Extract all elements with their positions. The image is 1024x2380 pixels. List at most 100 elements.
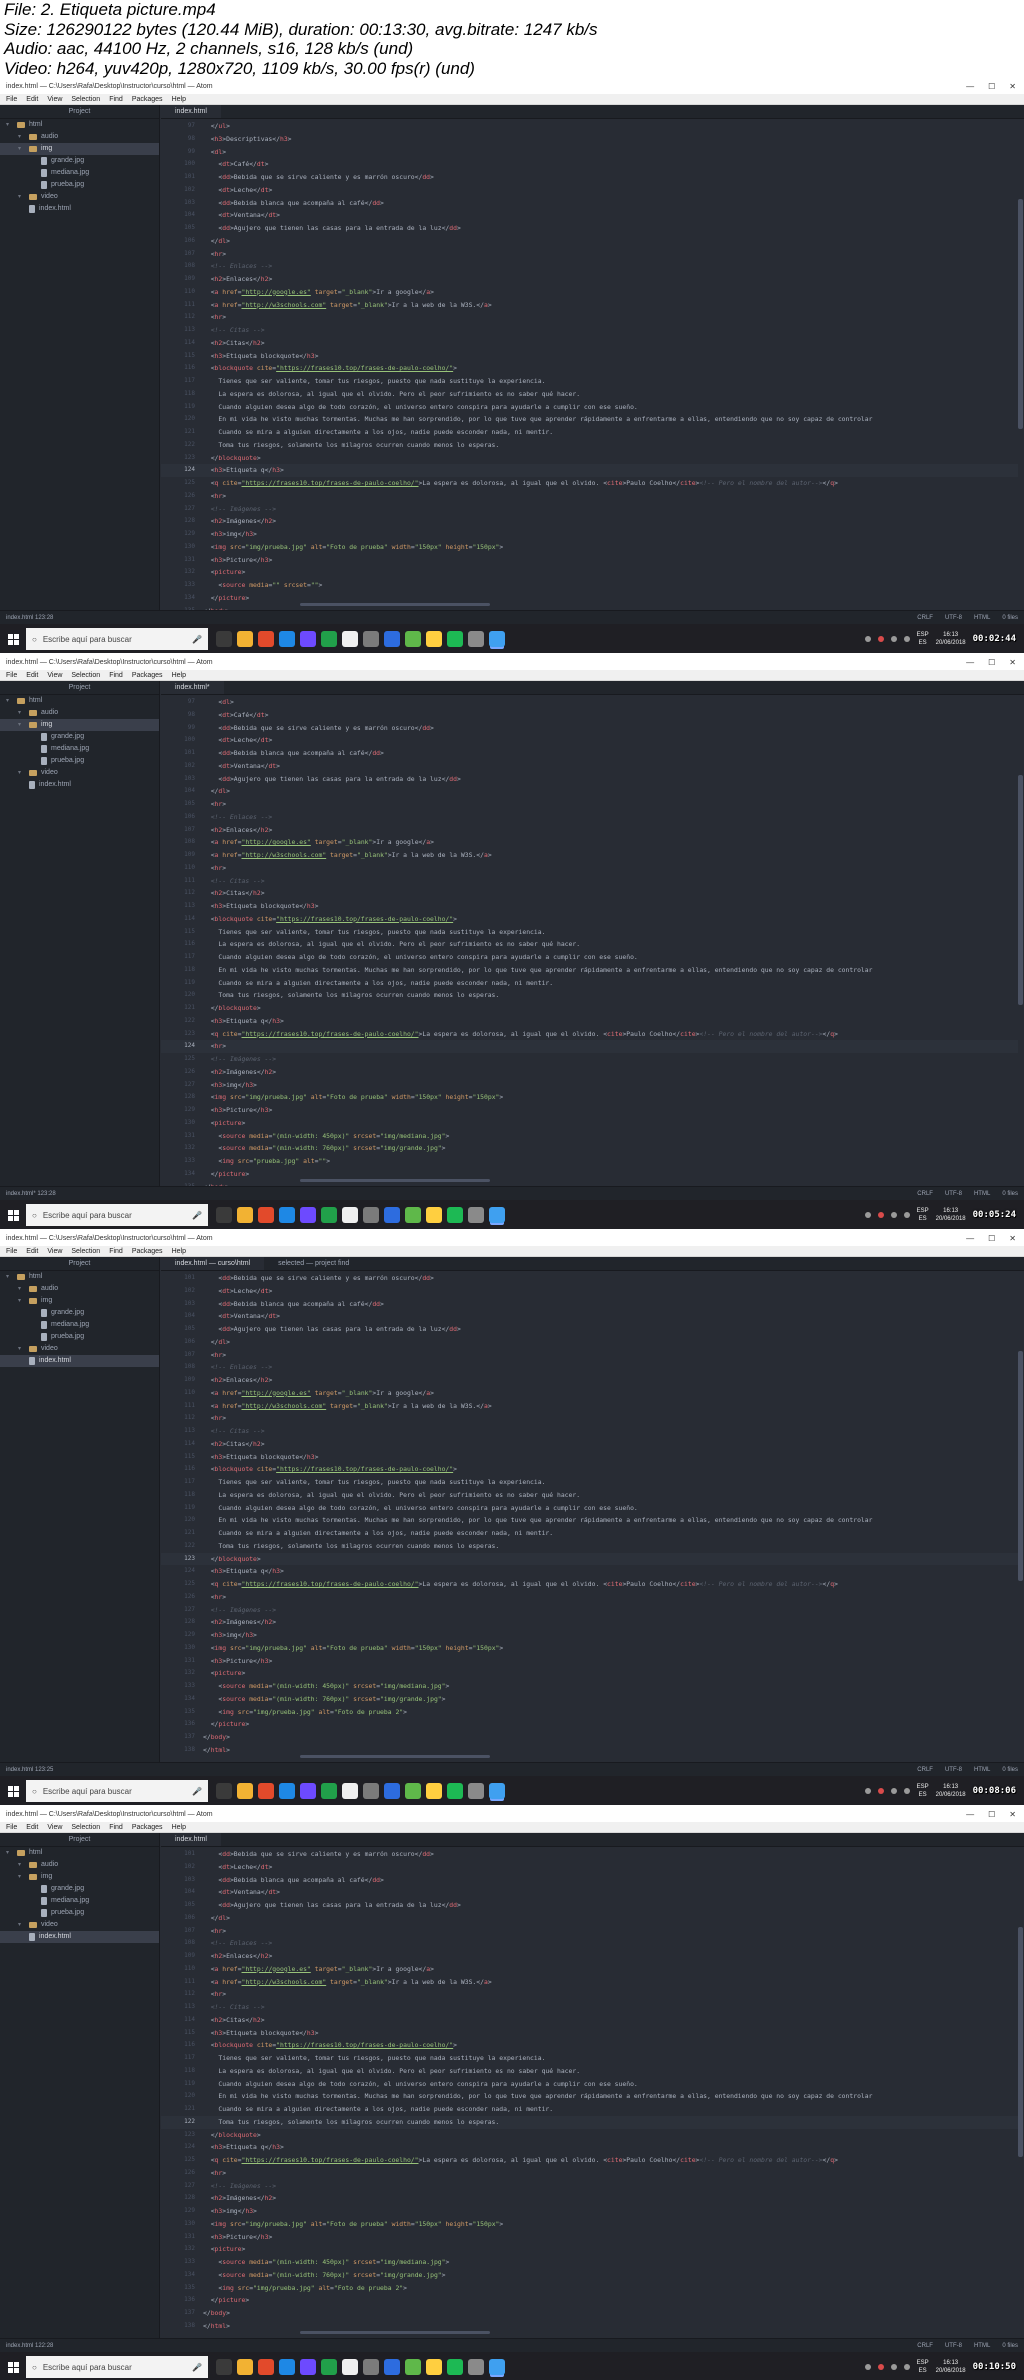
- file-count[interactable]: 0 files: [1002, 2343, 1018, 2349]
- tree-item-grande-jpg[interactable]: grande.jpg: [0, 155, 159, 167]
- taskbar-search-box[interactable]: ○ Escribe aquí para buscar 🎤: [26, 1780, 208, 1802]
- close-button[interactable]: ✕: [1009, 658, 1016, 667]
- menu-item-view[interactable]: View: [47, 672, 62, 679]
- taskbar-app-icon[interactable]: [384, 1783, 400, 1799]
- tree-item-img[interactable]: ▾ img: [0, 143, 159, 155]
- taskbar-app-icon[interactable]: [384, 2359, 400, 2375]
- taskbar-app-icon[interactable]: [258, 2359, 274, 2375]
- vertical-scrollbar[interactable]: [1018, 1927, 1023, 2157]
- start-button[interactable]: [0, 1200, 26, 1229]
- code-editor[interactable]: <dd>Bebida que se sirve caliente y es ma…: [203, 1848, 1018, 2338]
- taskbar-app-icon[interactable]: [426, 1207, 442, 1223]
- tree-item-img[interactable]: ▾ img: [0, 719, 159, 731]
- taskbar-clock[interactable]: 16:13 20/06/2018: [936, 1783, 966, 1799]
- taskbar-app-icon[interactable]: [384, 1207, 400, 1223]
- language-indicator[interactable]: ESP ES: [917, 1207, 929, 1223]
- tree-item-audio[interactable]: ▾ audio: [0, 1859, 159, 1871]
- taskbar-search-box[interactable]: ○ Escribe aquí para buscar 🎤: [26, 2356, 208, 2378]
- language-indicator[interactable]: ESP ES: [917, 2359, 929, 2375]
- tree-item-html[interactable]: ▾ html: [0, 119, 159, 131]
- tray-icon[interactable]: [877, 636, 884, 642]
- taskbar-clock[interactable]: 16:13 20/06/2018: [936, 2359, 966, 2375]
- menu-item-file[interactable]: File: [6, 1248, 17, 1255]
- menu-item-help[interactable]: Help: [172, 672, 186, 679]
- menu-item-packages[interactable]: Packages: [132, 672, 163, 679]
- editor-tab[interactable]: index.html: [161, 1833, 221, 1846]
- taskbar-app-icon[interactable]: [468, 1207, 484, 1223]
- editor-tab[interactable]: selected — project find: [264, 1257, 363, 1270]
- project-tab[interactable]: Project: [0, 1833, 159, 1847]
- encoding[interactable]: UTF-8: [945, 2343, 962, 2349]
- code-editor[interactable]: </ul> <h3>Descriptivas</h3> <dl> <dt>Caf…: [203, 120, 1018, 610]
- microphone-icon[interactable]: 🎤: [192, 635, 202, 644]
- taskbar-app-icon[interactable]: [447, 2359, 463, 2375]
- taskbar-app-icon[interactable]: [426, 2359, 442, 2375]
- taskbar-app-icon[interactable]: [405, 1783, 421, 1799]
- taskbar-app-icon[interactable]: [405, 2359, 421, 2375]
- close-button[interactable]: ✕: [1009, 1234, 1016, 1243]
- file-count[interactable]: 0 files: [1002, 1191, 1018, 1197]
- tray-icon[interactable]: [877, 2364, 884, 2370]
- taskbar-app-icon[interactable]: [342, 631, 358, 647]
- language-indicator[interactable]: ESP ES: [917, 1783, 929, 1799]
- tree-item-prueba-jpg[interactable]: prueba.jpg: [0, 1331, 159, 1343]
- taskbar-app-icon[interactable]: [237, 2359, 253, 2375]
- taskbar-app-icon[interactable]: [216, 2359, 232, 2375]
- taskbar-app-icon[interactable]: [468, 1783, 484, 1799]
- horizontal-scrollbar[interactable]: [300, 1179, 490, 1182]
- taskbar-app-icon[interactable]: [405, 1207, 421, 1223]
- tray-icon[interactable]: [903, 1788, 910, 1794]
- taskbar-app-icon[interactable]: [363, 631, 379, 647]
- taskbar-app-icon[interactable]: [405, 631, 421, 647]
- taskbar-app-icon[interactable]: [447, 1207, 463, 1223]
- code-editor[interactable]: <dl> <dt>Café</dt> <dd>Bebida que se sir…: [203, 696, 1018, 1186]
- taskbar-app-icon[interactable]: [300, 2359, 316, 2375]
- menu-item-selection[interactable]: Selection: [71, 672, 100, 679]
- menu-item-selection[interactable]: Selection: [71, 1248, 100, 1255]
- tree-item-audio[interactable]: ▾ audio: [0, 1283, 159, 1295]
- start-button[interactable]: [0, 624, 26, 653]
- tree-item-audio[interactable]: ▾ audio: [0, 131, 159, 143]
- menu-item-help[interactable]: Help: [172, 96, 186, 103]
- tree-item-mediana-jpg[interactable]: mediana.jpg: [0, 743, 159, 755]
- tray-icon[interactable]: [864, 2364, 871, 2370]
- tray-icon[interactable]: [864, 1788, 871, 1794]
- horizontal-scrollbar[interactable]: [300, 2331, 490, 2334]
- taskbar-app-icon[interactable]: [321, 1783, 337, 1799]
- tree-item-grande-jpg[interactable]: grande.jpg: [0, 1883, 159, 1895]
- tray-icon[interactable]: [890, 1788, 897, 1794]
- menu-item-edit[interactable]: Edit: [26, 96, 38, 103]
- vertical-scrollbar[interactable]: [1018, 199, 1023, 429]
- project-tab[interactable]: Project: [0, 105, 159, 119]
- grammar[interactable]: HTML: [974, 1767, 990, 1773]
- taskbar-app-icon[interactable]: [321, 1207, 337, 1223]
- tree-item-grande-jpg[interactable]: grande.jpg: [0, 1307, 159, 1319]
- menu-item-view[interactable]: View: [47, 1248, 62, 1255]
- taskbar-app-icon[interactable]: [237, 631, 253, 647]
- taskbar-app-icon[interactable]: [216, 1207, 232, 1223]
- taskbar-app-icon[interactable]: [279, 2359, 295, 2375]
- taskbar-app-icon[interactable]: [321, 631, 337, 647]
- tree-item-prueba-jpg[interactable]: prueba.jpg: [0, 755, 159, 767]
- tray-icon[interactable]: [864, 636, 871, 642]
- tree-item-html[interactable]: ▾ html: [0, 1271, 159, 1283]
- menu-item-find[interactable]: Find: [109, 1824, 123, 1831]
- grammar[interactable]: HTML: [974, 615, 990, 621]
- minimize-button[interactable]: —: [966, 658, 974, 667]
- microphone-icon[interactable]: 🎤: [192, 1787, 202, 1796]
- taskbar-app-icon[interactable]: [321, 2359, 337, 2375]
- taskbar-app-icon[interactable]: [384, 631, 400, 647]
- minimize-button[interactable]: —: [966, 1810, 974, 1819]
- tree-item-prueba-jpg[interactable]: prueba.jpg: [0, 179, 159, 191]
- line-ending[interactable]: CRLF: [917, 615, 933, 621]
- tree-item-mediana-jpg[interactable]: mediana.jpg: [0, 167, 159, 179]
- tray-icon[interactable]: [890, 2364, 897, 2370]
- menu-item-file[interactable]: File: [6, 672, 17, 679]
- menu-item-find[interactable]: Find: [109, 1248, 123, 1255]
- taskbar-app-icon[interactable]: [447, 631, 463, 647]
- taskbar-app-icon[interactable]: [237, 1783, 253, 1799]
- grammar[interactable]: HTML: [974, 2343, 990, 2349]
- menu-item-packages[interactable]: Packages: [132, 96, 163, 103]
- tree-item-video[interactable]: ▾ video: [0, 1343, 159, 1355]
- taskbar-search-box[interactable]: ○ Escribe aquí para buscar 🎤: [26, 628, 208, 650]
